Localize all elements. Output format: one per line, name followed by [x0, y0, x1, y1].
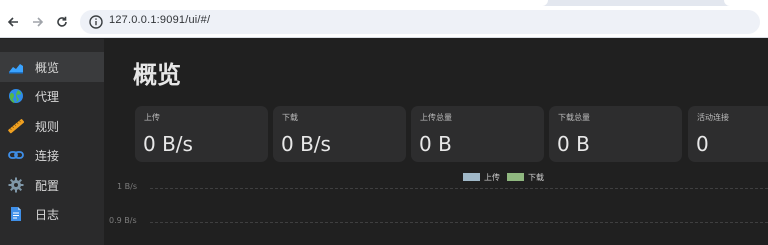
sidebar: 概览 代理 规则 连接 配置 日志: [0, 39, 104, 245]
stat-card-download-total: 下载总量 0 B: [549, 106, 682, 162]
chart-gridline: [150, 188, 768, 189]
globe-icon: [8, 88, 24, 104]
sidebar-item-overview[interactable]: 概览: [0, 52, 104, 82]
stat-card-value: 0 B/s: [281, 132, 331, 156]
chart-area-icon: [8, 59, 24, 75]
ruler-icon: [8, 118, 24, 134]
stat-card-upload: 上传 0 B/s: [135, 106, 268, 162]
sidebar-item-rules[interactable]: 规则: [0, 111, 104, 141]
arrow-left-icon: [7, 17, 18, 27]
chart-legend: 上传 下载: [463, 171, 551, 183]
sidebar-item-label: 规则: [35, 119, 60, 134]
stat-card-value: 0 B/s: [143, 132, 193, 156]
arrow-right-icon: [33, 17, 44, 27]
stat-card-label: 上传: [144, 113, 160, 122]
forward-button[interactable]: [27, 11, 49, 33]
stat-card-label: 上传总量: [420, 113, 452, 122]
gear-icon: [8, 177, 24, 193]
stat-card-label: 活动连接: [697, 113, 729, 122]
legend-swatch: [463, 173, 480, 181]
sidebar-item-proxy[interactable]: 代理: [0, 81, 104, 111]
sidebar-item-label: 概览: [35, 60, 60, 75]
legend-item-download[interactable]: 下载: [507, 172, 544, 183]
sidebar-item-label: 日志: [35, 207, 60, 222]
y-tick-label: 1 B/s: [117, 182, 137, 191]
stat-card-upload-total: 上传总量 0 B: [411, 106, 544, 162]
stat-card-label: 下载总量: [558, 113, 590, 122]
sidebar-item-label: 代理: [35, 89, 60, 104]
sidebar-item-connections[interactable]: 连接: [0, 140, 104, 170]
legend-swatch: [507, 173, 524, 181]
back-button[interactable]: [2, 11, 24, 33]
sidebar-item-config[interactable]: 配置: [0, 170, 104, 200]
legend-label: 上传: [484, 172, 500, 182]
sidebar-item-label: 连接: [35, 148, 60, 163]
stat-card-value: 0 B: [557, 132, 590, 156]
sidebar-item-logs[interactable]: 日志: [0, 199, 104, 229]
stat-card-download: 下载 0 B/s: [273, 106, 406, 162]
browser-toolbar: 127.0.0.1:9091/ui/#/: [0, 6, 768, 38]
legend-item-upload[interactable]: 上传: [463, 172, 500, 183]
main-content: 概览 上传 0 B/s 下载 0 B/s 上传总量 0 B 下载总量 0 B 活…: [104, 39, 768, 245]
reload-icon: [57, 16, 67, 27]
link-icon: [8, 147, 24, 163]
stat-card-value: 0 B: [419, 132, 452, 156]
y-tick-label: 0.9 B/s: [109, 216, 137, 225]
chart-gridline: [150, 222, 768, 223]
stat-card-active-connections: 活动连接 0: [688, 106, 768, 162]
sidebar-item-label: 配置: [35, 178, 60, 193]
stat-card-label: 下载: [282, 113, 298, 122]
info-icon[interactable]: [88, 14, 104, 30]
document-icon: [8, 206, 24, 222]
address-bar[interactable]: 127.0.0.1:9091/ui/#/: [80, 10, 760, 34]
page-title: 概览: [133, 61, 181, 89]
reload-button[interactable]: [51, 11, 73, 33]
url-text: 127.0.0.1:9091/ui/#/: [109, 14, 211, 26]
stat-card-value: 0: [696, 132, 709, 156]
legend-label: 下载: [528, 172, 544, 182]
